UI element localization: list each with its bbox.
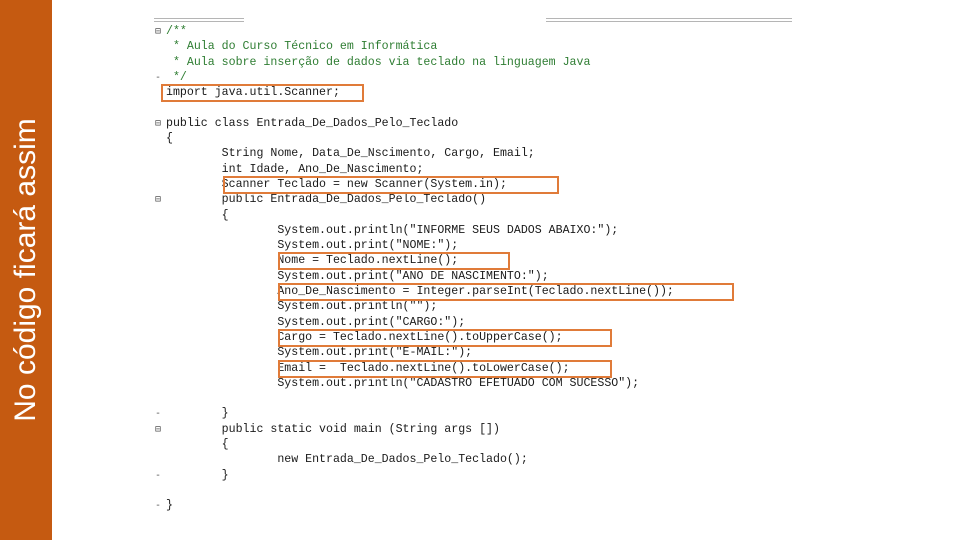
code-line: ⊟ public Entrada_De_Dados_Pelo_Teclado() (155, 193, 487, 207)
code-line: Scanner Teclado = new Scanner(System.in)… (166, 177, 507, 191)
code-line: System.out.println("INFORME SEUS DADOS A… (166, 223, 619, 237)
code-line: new Entrada_De_Dados_Pelo_Teclado(); (166, 453, 528, 467)
toolbar-divider (154, 21, 244, 22)
code-line: Ano_De_Nascimento = Integer.parseInt(Tec… (166, 285, 674, 299)
code-line: -} (155, 499, 173, 513)
code-line: * Aula do Curso Técnico em Informática (166, 40, 438, 54)
fold-end-icon: - (155, 71, 162, 83)
code-editor: ⊟/** * Aula do Curso Técnico em Informát… (148, 12, 798, 537)
code-line: { (166, 208, 229, 222)
code-line: * Aula sobre inserção de dados via tecla… (166, 55, 591, 69)
code-line: System.out.println("CADASTRO EFETUADO CO… (166, 376, 640, 390)
slide-title: No código ficará assim (9, 118, 42, 422)
code-line: ⊟ public class Entrada_De_Dados_Pelo_Tecl… (155, 116, 459, 130)
toolbar-divider (546, 18, 792, 19)
code-listing: ⊟/** * Aula do Curso Técnico em Informát… (155, 24, 674, 514)
toolbar-divider (546, 21, 792, 22)
code-line: - } (155, 407, 229, 421)
fold-marker-icon[interactable]: ⊟ (155, 24, 163, 39)
code-line: String Nome, Data_De_Nscimento, Cargo, E… (166, 147, 535, 161)
code-line: Nome = Teclado.nextLine(); (166, 254, 459, 268)
code-line: System.out.print("CARGO:"); (166, 315, 466, 329)
fold-end-icon: - (155, 408, 162, 420)
code-line: ⊟/** (155, 25, 187, 38)
code-line: System.out.print("ANO DE NASCIMENTO:"); (166, 269, 549, 283)
code-line: Cargo = Teclado.nextLine().toUpperCase()… (166, 330, 563, 344)
toolbar-divider (154, 18, 244, 19)
sidebar-panel: No código ficará assim (0, 0, 52, 540)
fold-marker-icon[interactable]: ⊟ (155, 192, 163, 207)
code-line: ⊟ public static void main (String args [… (155, 422, 500, 436)
fold-end-icon: - (155, 469, 162, 481)
code-line: - */ (155, 70, 187, 84)
fold-end-icon: - (155, 500, 162, 512)
fold-marker-icon[interactable]: ⊟ (155, 422, 163, 437)
code-line: Email = Teclado.nextLine().toLowerCase()… (166, 361, 570, 375)
code-line: System.out.print("E-MAIL:"); (166, 346, 473, 360)
code-line: System.out.println(""); (166, 300, 438, 314)
code-line: int Idade, Ano_De_Nascimento; (166, 162, 424, 176)
code-line: System.out.print("NOME:"); (166, 239, 459, 253)
fold-marker-icon[interactable]: ⊟ (155, 116, 163, 131)
code-line: { (166, 132, 173, 146)
code-line: import java.util.Scanner; (166, 86, 340, 100)
code-line: - } (155, 468, 229, 482)
code-line: { (166, 438, 229, 452)
